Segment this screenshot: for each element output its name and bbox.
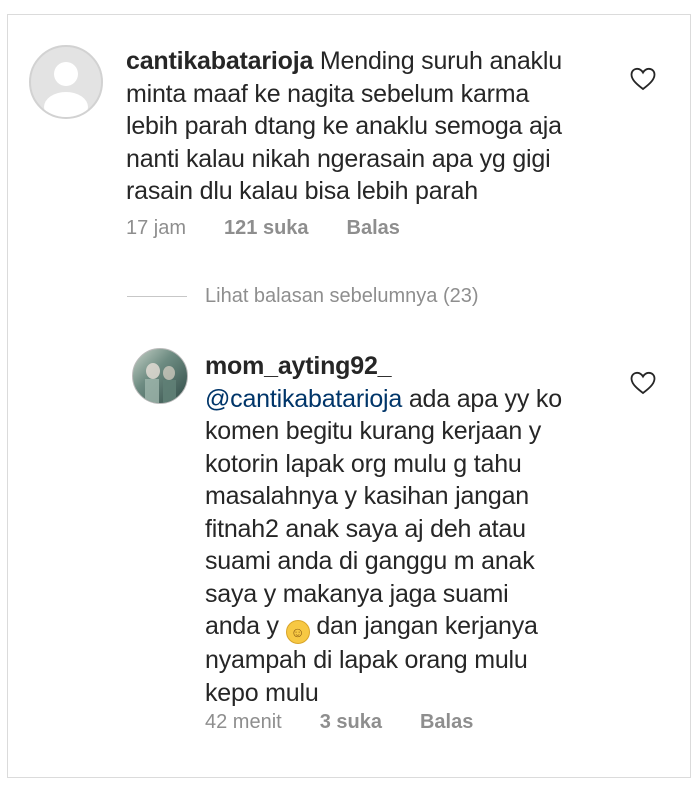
comment-1-line: lebih parah dtang ke anaklu semoga aja xyxy=(126,112,562,140)
comment-2-line: ada apa yy ko xyxy=(402,384,562,413)
comment-2-line: kotorin lapak org mulu g tahu xyxy=(205,449,522,478)
comment-1: cantikabatarioja Mending suruh anaklu mi… xyxy=(126,45,626,208)
profile-photo-avatar xyxy=(145,363,176,403)
comment-2-line: anda y xyxy=(205,612,286,640)
view-previous-replies-label: Lihat balasan sebelumnya (23) xyxy=(205,285,479,307)
comment-2-line: fitnah2 anak saya aj deh atau xyxy=(205,514,526,543)
comment-2-line: masalahnya y kasihan jangan xyxy=(205,482,529,510)
comment-2-time: 42 menit xyxy=(205,711,282,733)
mention-link[interactable]: @cantikabatarioja xyxy=(205,385,402,413)
comment-1-likes[interactable]: 121 suka xyxy=(224,217,309,240)
comment-2-meta: 42 menit 3 suka Balas xyxy=(205,711,473,734)
like-comment-1-button[interactable] xyxy=(630,67,656,91)
comment-2-line: nyampah di lapak orang mulu xyxy=(205,646,528,674)
comment-1-text-start: Mending suruh anaklu xyxy=(313,47,562,75)
avatar-cantikabatarioja[interactable] xyxy=(29,45,103,119)
comment-2-line: suami anda di ganggu m anak xyxy=(205,547,535,575)
comment-2-line: dan jangan kerjanya xyxy=(309,612,538,640)
comment-1-line: rasain dlu kalau bisa lebih parah xyxy=(126,177,478,205)
comment-1-meta: 17 jam 121 suka Balas xyxy=(126,217,400,240)
comment-1-line: nanti kalau nikah ngerasain apa yg gigi xyxy=(126,144,551,173)
comment-2-reply-button[interactable]: Balas xyxy=(420,711,473,734)
heart-outline-icon xyxy=(630,371,656,395)
comment-2-line: kepo mulu xyxy=(205,678,319,707)
comment-1-time: 17 jam xyxy=(126,217,187,239)
heart-outline-icon xyxy=(630,67,656,91)
like-comment-2-button[interactable] xyxy=(630,371,656,395)
comment-2-line: komen begitu kurang kerjaan y xyxy=(205,417,542,445)
comment-1-username[interactable]: cantikabatarioja xyxy=(126,47,313,75)
comment-2-likes[interactable]: 3 suka xyxy=(320,711,382,734)
comment-2: mom_ayting92_ @cantikabatarioja ada apa … xyxy=(205,350,625,709)
smiling-emoji-icon: ☺ xyxy=(285,620,310,644)
comment-2-line: saya y makanya jaga suami xyxy=(205,579,509,608)
comment-1-reply-button[interactable]: Balas xyxy=(347,217,400,240)
view-previous-replies[interactable]: Lihat balasan sebelumnya (23) xyxy=(127,285,479,308)
avatar-mom-ayting92[interactable] xyxy=(132,348,188,404)
default-avatar-icon xyxy=(44,62,88,117)
comment-1-line: minta maaf ke nagita sebelum karma xyxy=(126,79,530,108)
comment-2-username[interactable]: mom_ayting92_ xyxy=(205,352,392,380)
replies-divider-line xyxy=(127,296,187,297)
